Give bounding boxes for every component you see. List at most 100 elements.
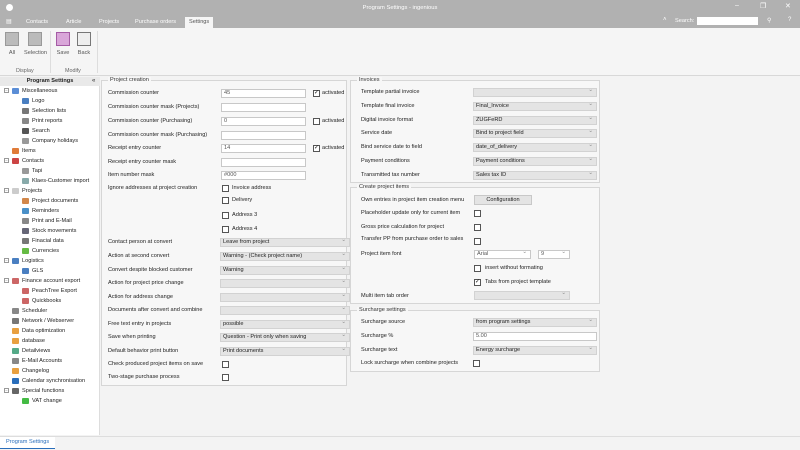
sidebar-item-company-holidays[interactable]: Company holidays xyxy=(4,136,89,146)
collapse-sidebar-button[interactable]: « xyxy=(92,77,95,86)
documents-after-convert-and-combine-select[interactable] xyxy=(220,306,350,315)
tab-contacts[interactable]: Contacts xyxy=(22,17,52,28)
delivery-checkbox[interactable] xyxy=(222,197,229,204)
selection-button[interactable]: Selection xyxy=(24,32,46,56)
action-for-project-price-change-select[interactable] xyxy=(220,279,350,288)
commission-counter-input[interactable]: 45 xyxy=(221,89,306,98)
quick-access-menu-icon[interactable]: ▤ xyxy=(6,18,12,25)
template-final-invoice-select[interactable]: Final_Invoice xyxy=(473,102,597,111)
expand-toggle-icon[interactable]: − xyxy=(4,278,9,283)
sidebar-item-search[interactable]: Search xyxy=(4,126,89,136)
commission-counter-mask-purchasing-input[interactable] xyxy=(221,131,306,140)
tab-settings[interactable]: Settings xyxy=(185,17,213,28)
font-select[interactable]: Arial⌄ xyxy=(474,250,531,259)
sidebar-item-gls[interactable]: GLS xyxy=(4,266,89,276)
sidebar-item-contacts[interactable]: −Contacts xyxy=(4,156,89,166)
invoice-address-checkbox[interactable] xyxy=(222,185,229,192)
default-behavior-print-button-select[interactable]: Print documents xyxy=(220,347,350,356)
save-when-printing-select[interactable]: Question - Print only when saving xyxy=(220,333,350,342)
activated-checkbox[interactable]: ✓ xyxy=(313,145,320,152)
search-input[interactable] xyxy=(697,17,758,25)
activated-checkbox[interactable] xyxy=(313,118,320,125)
sidebar-item-print-and-e-mail[interactable]: Print and E-Mail xyxy=(4,216,89,226)
help-button[interactable]: ? xyxy=(788,17,791,23)
expand-toggle-icon[interactable]: − xyxy=(4,258,9,263)
sidebar-item-project-documents[interactable]: Project documents xyxy=(4,196,89,206)
tab-program-settings[interactable]: Program Settings xyxy=(0,437,55,449)
font-size-select[interactable]: 9⌄ xyxy=(538,250,570,259)
sidebar-item-scheduler[interactable]: Scheduler xyxy=(4,306,89,316)
digital-invoice-format-select[interactable]: ZUGFeRD xyxy=(473,116,597,125)
commission-counter-purchasing-input[interactable]: 0 xyxy=(221,117,306,126)
sidebar-item-reminders[interactable]: Reminders xyxy=(4,206,89,216)
item-number-mask-input[interactable]: #000 xyxy=(221,171,306,180)
payment-conditions-select[interactable]: Payment conditions xyxy=(473,157,597,166)
lock-surcharge-checkbox[interactable] xyxy=(473,360,480,367)
sidebar-item-currencies[interactable]: Currencies xyxy=(4,246,89,256)
restore-button[interactable]: ❐ xyxy=(760,2,766,10)
two-stage-purchase-process-checkbox[interactable] xyxy=(222,374,229,381)
sidebar-item-network-webserver[interactable]: Network / Webserver xyxy=(4,316,89,326)
activated-checkbox[interactable]: ✓ xyxy=(313,90,320,97)
template-partial-invoice-select[interactable] xyxy=(473,88,597,97)
expand-toggle-icon[interactable]: − xyxy=(4,88,9,93)
close-button[interactable]: ✕ xyxy=(785,2,791,10)
sidebar-item-quickbooks[interactable]: Quickbooks xyxy=(4,296,89,306)
gross-price-checkbox[interactable] xyxy=(474,224,481,231)
sidebar-item-changelog[interactable]: Changelog xyxy=(4,366,89,376)
back-button[interactable]: Back xyxy=(73,32,95,56)
sidebar-item-logo[interactable]: Logo xyxy=(4,96,89,106)
save-button[interactable]: Save xyxy=(52,32,74,56)
action-for-address-change-select[interactable] xyxy=(220,293,350,302)
address-3-checkbox[interactable] xyxy=(222,212,229,219)
bind-service-date-to-field-select[interactable]: date_of_delivery xyxy=(473,143,597,152)
receipt-entry-counter-input[interactable]: 14 xyxy=(221,144,306,153)
configuration-button[interactable]: Configuration xyxy=(474,195,532,205)
tab-article[interactable]: Article xyxy=(62,17,86,28)
action-at-second-convert-select[interactable]: Warning - (Check project name) xyxy=(220,252,350,261)
sidebar-item-finacial-data[interactable]: Finacial data xyxy=(4,236,89,246)
receipt-entry-counter-mask-input[interactable] xyxy=(221,158,306,167)
sidebar-item-database[interactable]: database xyxy=(4,336,89,346)
sidebar-item-finance-account-export[interactable]: −Finance account export xyxy=(4,276,89,286)
contact-person-at-convert-select[interactable]: Leave from project xyxy=(220,238,350,247)
placeholder-checkbox[interactable] xyxy=(474,210,481,217)
tab-purchase-orders[interactable]: Purchase orders xyxy=(131,17,180,28)
sidebar-item-items[interactable]: Items xyxy=(4,146,89,156)
all-button[interactable]: All xyxy=(1,32,23,56)
service-date-select[interactable]: Bind to project field xyxy=(473,129,597,138)
sidebar-item-calendar-synchronisation[interactable]: Calendar synchronisation xyxy=(4,376,89,386)
surcharge-pct-input[interactable]: 5.00 xyxy=(473,332,597,341)
address-4-checkbox[interactable] xyxy=(222,226,229,233)
expand-toggle-icon[interactable]: − xyxy=(4,388,9,393)
sidebar-item-tapi[interactable]: Tapi xyxy=(4,166,89,176)
sidebar-item-e-mail-accounts[interactable]: E-Mail Accounts xyxy=(4,356,89,366)
binoculars-icon[interactable]: ⚲ xyxy=(767,17,771,24)
sidebar-item-klaes-customer-import[interactable]: Klaes-Customer import xyxy=(4,176,89,186)
expand-toggle-icon[interactable]: − xyxy=(4,158,9,163)
sidebar-item-data-optimization[interactable]: Data optimization xyxy=(4,326,89,336)
sidebar-item-peachtree-export[interactable]: PeachTree Export xyxy=(4,286,89,296)
check-produced-project-items-on-save-checkbox[interactable] xyxy=(222,361,229,368)
commission-counter-mask-projects-input[interactable] xyxy=(221,103,306,112)
minimize-button[interactable]: – xyxy=(735,2,739,9)
transfer-pp-checkbox[interactable] xyxy=(474,238,481,245)
transmitted-tax-number-select[interactable]: Sales tax ID xyxy=(473,171,597,180)
insert-without-formatting-checkbox[interactable] xyxy=(474,265,481,272)
sidebar-item-print-reports[interactable]: Print reports xyxy=(4,116,89,126)
sidebar-item-miscellaneous[interactable]: −Miscellaneous xyxy=(4,86,89,96)
tab-projects[interactable]: Projects xyxy=(95,17,123,28)
collapse-ribbon-icon[interactable]: ˄ xyxy=(663,17,667,23)
surcharge-source-select[interactable]: from program settings xyxy=(473,318,597,327)
surcharge-text-select[interactable]: Energy surcharge xyxy=(473,346,597,355)
multi-item-tab-order-select[interactable] xyxy=(474,291,570,300)
sidebar-item-stock-movements[interactable]: Stock movements xyxy=(4,226,89,236)
sidebar-item-vat-change[interactable]: VAT change xyxy=(4,396,89,406)
sidebar-item-projects[interactable]: −Projects xyxy=(4,186,89,196)
free-text-entry-in-projects-select[interactable]: possible xyxy=(220,320,350,329)
expand-toggle-icon[interactable]: − xyxy=(4,188,9,193)
sidebar-item-logistics[interactable]: −Logistics xyxy=(4,256,89,266)
sidebar-item-special-functions[interactable]: −Special functions xyxy=(4,386,89,396)
tabs-from-template-checkbox[interactable]: ✓ xyxy=(474,279,481,286)
convert-despite-blocked-customer-select[interactable]: Warning xyxy=(220,266,350,275)
